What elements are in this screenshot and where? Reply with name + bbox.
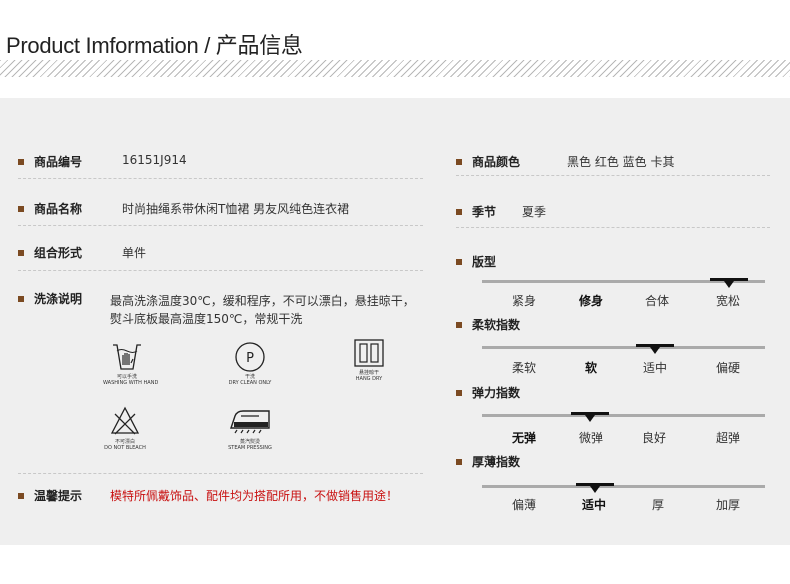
softness-option: 柔软 [511,361,537,375]
fit-option: 合体 [644,294,670,308]
thickness-option: 偏薄 [511,498,537,512]
thickness-scale-row: 厚薄指数 [456,453,520,470]
hang-dry-icon [354,339,384,367]
bullet-icon [456,258,462,265]
color-label: 商品颜色 [472,155,521,169]
product-code-value: 16151J914 [122,153,187,167]
softness-scale-label: 柔软指数 [472,318,521,332]
combo-value: 单件 [122,246,147,260]
combo-label: 组合形式 [34,246,83,260]
thickness-scale-pointer [590,486,600,493]
elasticity-scale-label: 弹力指数 [472,386,521,400]
dry-clean-caption: 干洗 DRY CLEAN ONLY [228,374,272,386]
softness-scale-row: 柔软指数 [456,316,520,333]
season-value: 夏季 [522,205,547,219]
elasticity-option: 超弹 [715,431,741,445]
divider [456,227,770,228]
product-code-row: 商品编号 [18,153,82,170]
color-row: 商品颜色 [456,153,520,170]
softness-option: 适中 [642,361,668,375]
color-value: 黑色 红色 蓝色 卡其 [567,155,675,169]
bullet-icon [456,389,462,396]
elasticity-option: 良好 [641,431,667,445]
wash-text-line1: 最高洗涤温度30℃，缓和程序，不可以漂白，悬挂晾干， [110,294,415,308]
wash-row: 洗涤说明 [18,290,82,307]
product-name-label: 商品名称 [34,202,83,216]
decorative-stripe [0,60,790,77]
product-code-label: 商品编号 [34,155,83,169]
fit-scale-label: 版型 [472,255,497,269]
hang-dry-caption: 悬挂晾干 HANG DRY [355,370,383,382]
fit-option: 紧身 [511,294,537,308]
fit-option: 修身 [578,294,604,308]
bullet-icon [18,249,24,256]
product-name-value: 时尚抽绳系带休闲T恤裙 男友风纯色连衣裙 [122,202,350,216]
bullet-icon [456,208,462,215]
elasticity-option: 微弹 [578,431,604,445]
divider [18,225,423,226]
bullet-icon [18,492,24,499]
elasticity-scale-row: 弹力指数 [456,384,520,401]
no-bleach-caption: 不可漂白 DO NOT BLEACH [104,439,146,451]
steam-iron-icon [230,410,270,434]
thickness-option: 厚 [651,498,665,512]
no-bleach-icon [110,406,140,435]
season-label: 季节 [472,205,497,219]
hand-wash-icon [113,344,141,370]
softness-option: 偏硬 [715,361,741,375]
bullet-icon [18,158,24,165]
tips-value: 模特所佩戴饰品、配件均为搭配所用，不做销售用途！ [110,489,399,503]
info-panel: 商品编号 16151J914 商品名称 时尚抽绳系带休闲T恤裙 男友风纯色连衣裙… [0,98,790,545]
bullet-icon [456,321,462,328]
svg-text:P: P [246,351,254,366]
fit-option: 宽松 [715,294,741,308]
divider [456,175,770,176]
softness-scale-bar [482,346,765,349]
product-name-row: 商品名称 [18,200,82,217]
bullet-icon [456,158,462,165]
dry-clean-icon: P [235,342,265,372]
thickness-scale-label: 厚薄指数 [472,455,521,469]
wash-text-line2: 熨斗底板最高温度150℃，常规干洗 [110,312,303,326]
steam-iron-caption: 蒸汽熨烫 STEAM PRESSING [228,439,272,451]
elasticity-scale-bar [482,414,765,417]
hand-wash-caption: 可以手洗 WASHING WITH HAND [103,374,159,386]
elasticity-scale-pointer [585,415,595,422]
wash-label: 洗涤说明 [34,292,83,306]
combo-row: 组合形式 [18,244,82,261]
season-row: 季节 [456,203,496,220]
elasticity-option: 无弹 [511,431,537,445]
softness-option: 软 [584,361,598,375]
divider [18,178,423,179]
tips-row: 温馨提示 [18,487,82,504]
page-title: Product Imformation / 产品信息 [6,33,303,58]
thickness-option: 适中 [581,498,607,512]
fit-scale-row: 版型 [456,253,496,270]
bullet-icon [456,458,462,465]
divider [18,270,423,271]
softness-scale-pointer [650,347,660,354]
divider [18,473,423,474]
thickness-scale-bar [482,485,765,488]
bullet-icon [18,295,24,302]
tips-label: 温馨提示 [34,489,83,503]
fit-scale-pointer [724,281,734,288]
thickness-option: 加厚 [715,498,741,512]
bullet-icon [18,205,24,212]
